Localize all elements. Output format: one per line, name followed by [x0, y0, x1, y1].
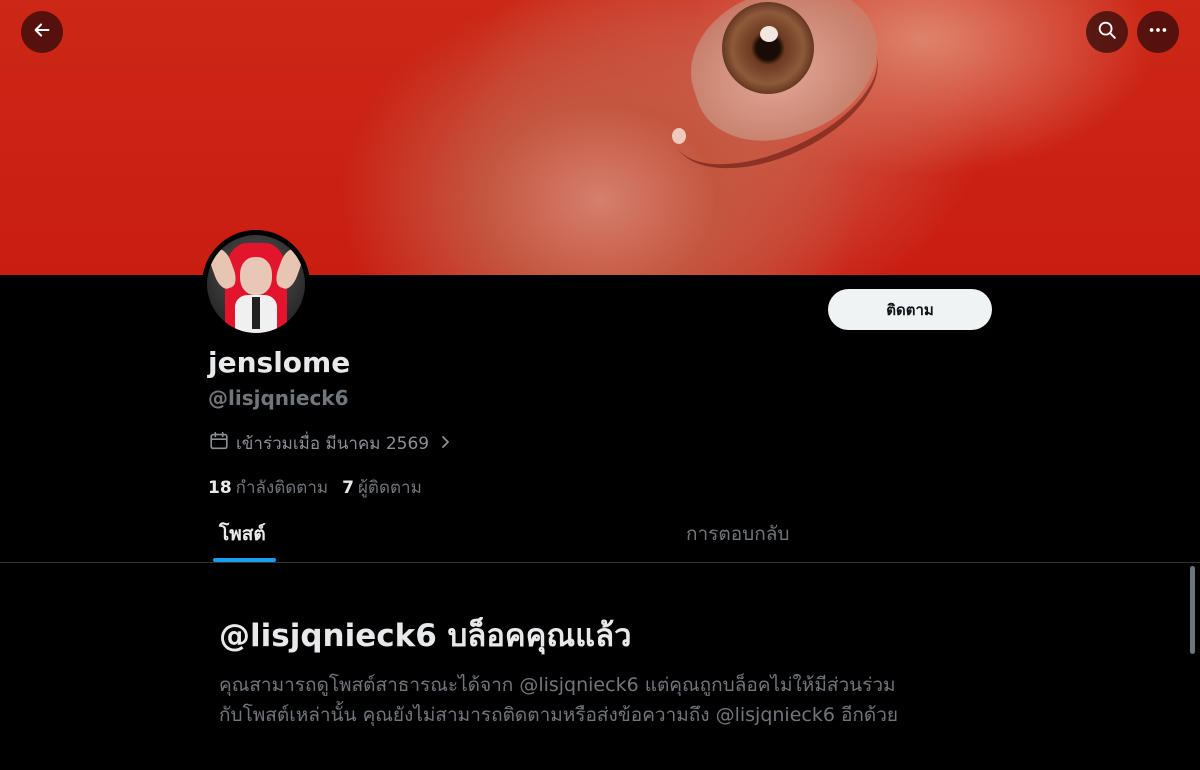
display-name: jenslome — [208, 346, 351, 379]
joined-date-row[interactable]: เข้าร่วมเมื่อ มีนาคม 2569 — [208, 430, 453, 457]
blocked-description-line: กับโพสต์เหล่านั้น คุณยังไม่สามารถติดตามห… — [219, 704, 899, 726]
banner-tear-shape — [672, 128, 686, 144]
followers-count: 7 — [342, 478, 354, 498]
scrollbar[interactable] — [1190, 566, 1195, 654]
followers-link[interactable]: 7 ผู้ติดตาม — [342, 474, 422, 501]
tab-posts[interactable]: โพสต์ — [219, 519, 266, 549]
followers-label: ผู้ติดตาม — [357, 478, 422, 498]
profile-banner[interactable] — [0, 0, 1200, 275]
following-link[interactable]: 18 กำลังติดตาม — [208, 474, 328, 501]
more-options-button[interactable] — [1137, 11, 1179, 53]
blocked-description-line: คุณสามารถดูโพสต์สาธารณะได้จาก @lisjqniec… — [219, 674, 896, 696]
following-label: กำลังติดตาม — [235, 478, 329, 498]
arrow-left-icon — [31, 19, 53, 45]
joined-date-text: เข้าร่วมเมื่อ มีนาคม 2569 — [236, 434, 430, 454]
tabs-divider — [0, 562, 1200, 563]
profile-handle: @lisjqnieck6 — [208, 386, 349, 410]
following-count: 18 — [208, 478, 232, 498]
avatar[interactable] — [202, 230, 310, 338]
banner-glint-shape — [760, 26, 778, 42]
tab-replies[interactable]: การตอบกลับ — [686, 519, 789, 549]
blocked-title: @lisjqnieck6 บล็อคคุณแล้ว — [219, 618, 632, 654]
avatar-image — [207, 235, 305, 333]
follow-button[interactable]: ติดตาม — [828, 289, 992, 330]
search-button[interactable] — [1086, 11, 1128, 53]
back-button[interactable] — [21, 11, 63, 53]
calendar-icon — [208, 430, 230, 457]
banner-iris-shape — [722, 2, 814, 94]
blocked-description: คุณสามารถดูโพสต์สาธารณะได้จาก @lisjqniec… — [219, 670, 999, 730]
search-icon — [1096, 19, 1118, 45]
follow-stats: 18 กำลังติดตาม 7 ผู้ติดตาม — [208, 474, 422, 501]
chevron-right-icon — [435, 434, 453, 454]
more-horizontal-icon — [1147, 19, 1169, 45]
